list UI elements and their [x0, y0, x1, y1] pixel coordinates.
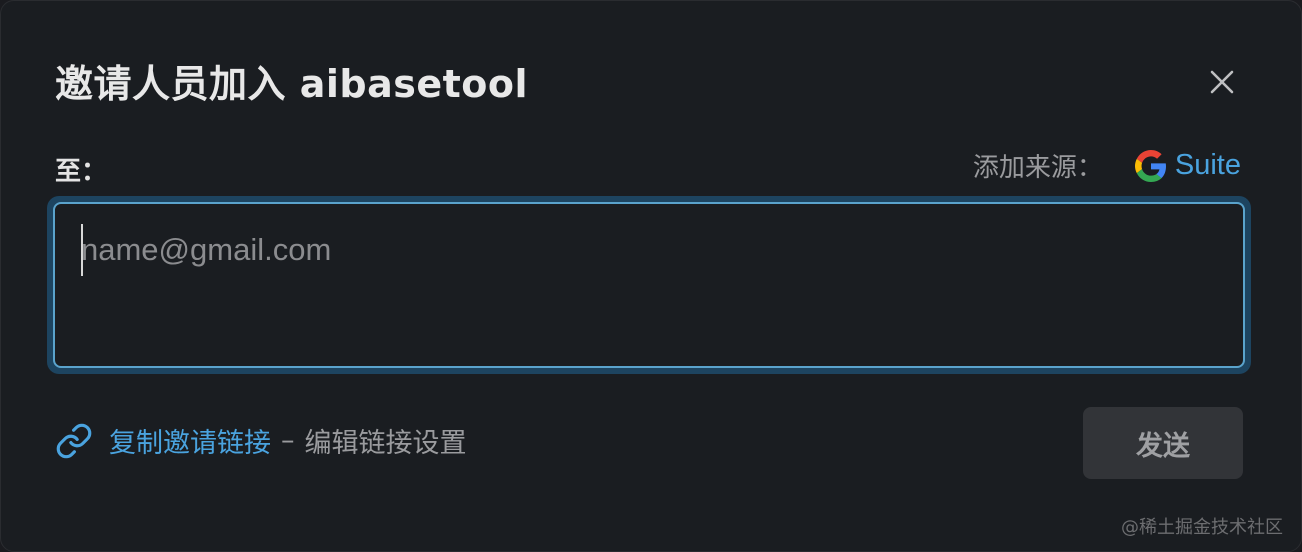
recipient-email-input[interactable]: name@gmail.com — [53, 202, 1245, 368]
add-source-label: 添加来源： — [972, 153, 1103, 183]
link-separator: – — [281, 425, 295, 456]
copy-invite-link[interactable]: 复制邀请链接 — [109, 421, 271, 460]
send-button[interactable]: 发送 — [1083, 407, 1243, 479]
recipient-input-placeholder: name@gmail.com — [81, 232, 332, 267]
dialog-title: 邀请人员加入 aibasetool — [55, 62, 529, 106]
close-button[interactable] — [1201, 61, 1243, 103]
close-icon — [1210, 70, 1234, 94]
gsuite-label: Suite — [1174, 149, 1241, 181]
google-g-icon — [1134, 149, 1166, 182]
gsuite-button[interactable]: Suite — [1134, 149, 1241, 182]
invite-dialog: 邀请人员加入 aibasetool 至： 添加来源： Suite name@gm… — [0, 0, 1302, 552]
recipient-input-focus-ring: name@gmail.com — [47, 196, 1251, 374]
add-source: 添加来源： Suite — [973, 147, 1241, 184]
recipient-label: 至： — [55, 157, 108, 187]
invite-link-row: 复制邀请链接 – 编辑链接设置 — [55, 421, 467, 460]
watermark: @稀土掘金技术社区 — [1121, 517, 1283, 538]
edit-link-settings[interactable]: 编辑链接设置 — [305, 421, 467, 460]
link-icon — [56, 423, 92, 458]
